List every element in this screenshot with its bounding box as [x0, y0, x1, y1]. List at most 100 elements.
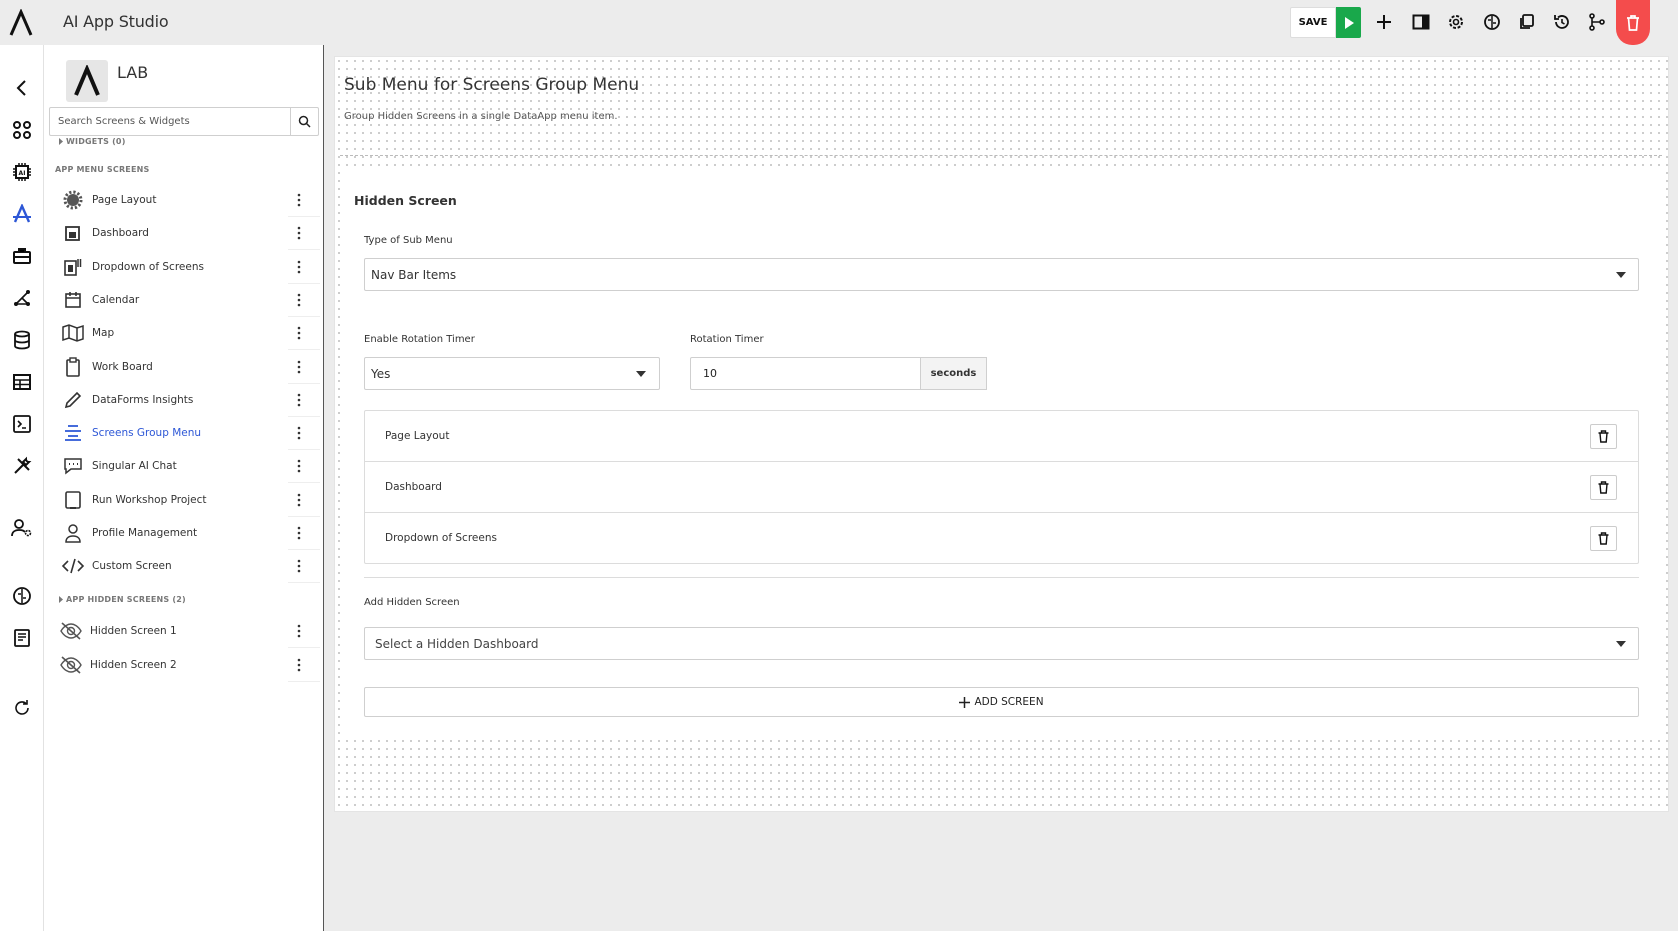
- eye-off-icon: [59, 619, 83, 643]
- sidebar-item[interactable]: Work Board: [58, 350, 320, 384]
- more-options-icon[interactable]: [294, 525, 304, 541]
- hidden-screen-row: Dropdown of Screens: [365, 513, 1638, 564]
- add-screen-label: ADD SCREEN: [974, 696, 1044, 708]
- code-icon: [61, 554, 85, 578]
- sidebar-item-label: Run Workshop Project: [92, 493, 207, 506]
- save-button[interactable]: SAVE: [1290, 7, 1336, 38]
- app-studio-icon[interactable]: [9, 201, 35, 227]
- more-options-icon[interactable]: [294, 225, 304, 241]
- dashboard-icon: [61, 221, 85, 245]
- sidebar-item[interactable]: Hidden Screen 1: [58, 614, 320, 648]
- search-input[interactable]: [50, 108, 288, 135]
- sidebar-item[interactable]: Map: [58, 316, 320, 351]
- form-title: Hidden Screen: [354, 193, 457, 208]
- search-icon[interactable]: [290, 108, 318, 135]
- sidebar-item-label: Singular AI Chat: [92, 460, 177, 473]
- add-hidden-label: Add Hidden Screen: [364, 597, 460, 608]
- sidebar-item[interactable]: Page Layout: [58, 183, 320, 217]
- delete-screen-button[interactable]: [1590, 424, 1617, 449]
- more-options-icon[interactable]: [294, 623, 304, 639]
- widgets-section-toggle[interactable]: WIDGETS (0): [58, 137, 126, 146]
- more-options-icon[interactable]: [294, 259, 304, 275]
- trash-icon: [1627, 15, 1639, 31]
- sidebar-item-label: Calendar: [92, 293, 140, 306]
- terminal-icon[interactable]: [9, 411, 35, 437]
- rotation-enable-value: Yes: [371, 366, 391, 381]
- rotation-timer-input[interactable]: 10: [690, 357, 921, 390]
- sidebar-item[interactable]: Custom Screen: [58, 549, 320, 584]
- sidebar-item-label: Custom Screen: [92, 560, 172, 573]
- sidebar-item-label: Dashboard: [92, 227, 149, 240]
- sidebar-item[interactable]: Run Workshop Project: [58, 483, 320, 517]
- delete-screen-button[interactable]: [1590, 526, 1617, 551]
- svg-text:AI: AI: [19, 170, 26, 177]
- sidebar-item[interactable]: DataForms Insights: [58, 383, 320, 417]
- caret-right-icon: [59, 596, 63, 603]
- panel-toggle-icon[interactable]: [1408, 9, 1434, 35]
- brain-icon[interactable]: [1479, 9, 1505, 35]
- sidebar-item-label: Dropdown of Screens: [92, 260, 204, 273]
- sidebar-item[interactable]: Hidden Screen 2: [58, 648, 320, 682]
- user-settings-icon[interactable]: [9, 515, 35, 541]
- hidden-screen-label: Page Layout: [385, 430, 450, 442]
- refresh-icon[interactable]: [9, 695, 35, 721]
- sidebar-item[interactable]: Profile Management: [58, 516, 320, 550]
- play-button[interactable]: [1336, 7, 1361, 38]
- sidebar-item[interactable]: Singular AI Chat: [58, 449, 320, 484]
- sidebar-item[interactable]: Dropdown of Screens: [58, 250, 320, 284]
- sidebar-item[interactable]: Screens Group Menu: [58, 416, 320, 451]
- hidden-screen-label: Dashboard: [385, 481, 442, 493]
- app-logo-icon[interactable]: [8, 9, 34, 37]
- more-options-icon[interactable]: [294, 292, 304, 308]
- search-box: [49, 107, 319, 136]
- ai-chip-icon[interactable]: AI: [9, 159, 35, 185]
- more-options-icon[interactable]: [294, 657, 304, 673]
- network-icon[interactable]: [9, 285, 35, 311]
- more-options-icon[interactable]: [294, 392, 304, 408]
- rotation-enable-select[interactable]: Yes: [364, 357, 660, 390]
- hidden-screen-row: Page Layout: [365, 411, 1638, 462]
- apps-icon[interactable]: [9, 117, 35, 143]
- hidden-section-toggle[interactable]: APP HIDDEN SCREENS (2): [58, 595, 186, 604]
- dropdown-screens-icon: [61, 255, 85, 279]
- sidebar-item[interactable]: Dashboard: [58, 216, 320, 251]
- map-icon: [61, 321, 85, 345]
- play-icon: [1344, 16, 1354, 29]
- copy-icon[interactable]: [1514, 9, 1540, 35]
- table-icon[interactable]: [9, 369, 35, 395]
- toolbox-icon[interactable]: [9, 243, 35, 269]
- more-options-icon[interactable]: [294, 192, 304, 208]
- gear-icon[interactable]: [1443, 9, 1469, 35]
- more-options-icon[interactable]: [294, 359, 304, 375]
- tools-icon[interactable]: [9, 453, 35, 479]
- rotation-timer-unit: seconds: [920, 357, 987, 390]
- user-icon: [61, 521, 85, 545]
- delete-button[interactable]: [1616, 0, 1650, 45]
- item-divider: [288, 680, 320, 682]
- more-options-icon[interactable]: [294, 458, 304, 474]
- add-icon[interactable]: [1371, 9, 1397, 35]
- sidebar-item-label: Map: [92, 327, 115, 340]
- more-options-icon[interactable]: [294, 492, 304, 508]
- app-title: AI App Studio: [63, 12, 169, 31]
- lab-label: LAB: [117, 63, 149, 82]
- notebook-icon[interactable]: [9, 625, 35, 651]
- clipboard-icon: [61, 355, 85, 379]
- more-options-icon[interactable]: [294, 425, 304, 441]
- hidden-dashboard-select[interactable]: Select a Hidden Dashboard: [364, 627, 1639, 660]
- delete-screen-button[interactable]: [1590, 475, 1617, 500]
- branch-icon[interactable]: [1584, 9, 1610, 35]
- database-icon[interactable]: [9, 327, 35, 353]
- back-icon[interactable]: [9, 75, 35, 101]
- more-options-icon[interactable]: [294, 558, 304, 574]
- brain-icon[interactable]: [9, 583, 35, 609]
- lab-logo-icon: [66, 60, 108, 102]
- more-options-icon[interactable]: [294, 325, 304, 341]
- add-screen-button[interactable]: ADD SCREEN: [364, 687, 1639, 717]
- hidden-dashboard-placeholder: Select a Hidden Dashboard: [375, 636, 539, 651]
- type-select[interactable]: Nav Bar Items: [364, 258, 1639, 291]
- caret-right-icon: [59, 138, 63, 145]
- sidebar-item[interactable]: Calendar: [58, 283, 320, 317]
- rotation-enable-label: Enable Rotation Timer: [364, 334, 475, 345]
- history-icon[interactable]: [1549, 9, 1575, 35]
